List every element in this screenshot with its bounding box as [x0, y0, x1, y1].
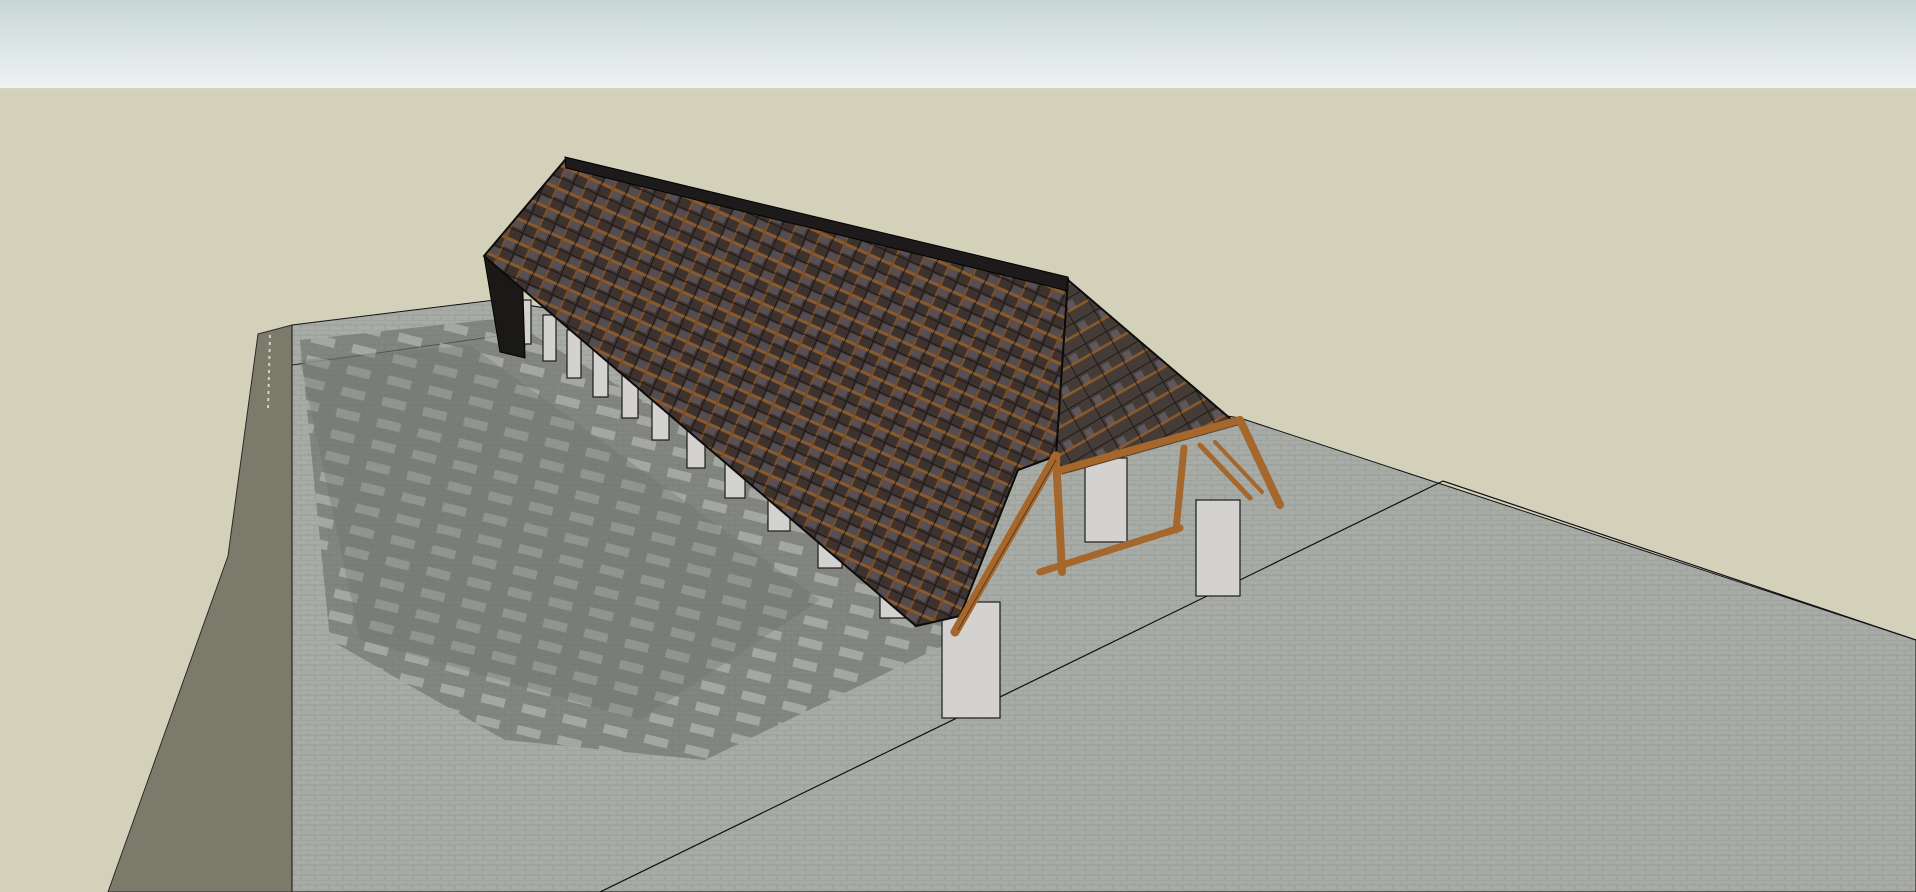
model-scene[interactable] [0, 0, 1916, 892]
3d-viewport[interactable] [0, 0, 1916, 892]
sky [0, 0, 1916, 89]
